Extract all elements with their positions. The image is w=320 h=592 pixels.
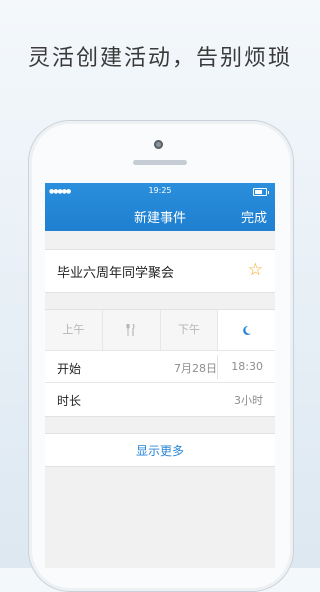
duration-row: 时长 3小时	[45, 382, 275, 415]
promo-headline: 灵活创建活动，告别烦琐	[27, 46, 292, 71]
segment-morning[interactable]: 上午	[45, 310, 103, 350]
star-outline-icon[interactable]: ☆	[248, 260, 263, 280]
start-row: 开始 7月28日 18:30	[45, 350, 275, 383]
row-divider	[217, 355, 218, 379]
time-settings-card: 上午 下午 开始 7月28日 18:30 时长 3小时	[45, 309, 275, 417]
phone-screen: ●●●●● 19:25 新建事件 完成 毕业六周年同学聚会 ☆ 上午 下午 开始…	[45, 183, 275, 568]
duration-label: 时长	[57, 394, 82, 408]
event-title-card: 毕业六周年同学聚会 ☆	[45, 249, 275, 293]
front-camera	[154, 140, 163, 149]
event-title-field[interactable]: 毕业六周年同学聚会	[57, 262, 174, 281]
done-button[interactable]: 完成	[241, 207, 267, 226]
earpiece-speaker	[133, 160, 187, 165]
status-time: 19:25	[148, 186, 172, 195]
moon-icon	[243, 325, 252, 335]
segment-meal[interactable]	[102, 310, 161, 350]
start-date[interactable]: 7月28日	[174, 360, 217, 376]
segment-night[interactable]	[218, 310, 275, 350]
time-of-day-selector: 上午 下午	[45, 310, 275, 350]
fork-knife-icon	[126, 323, 135, 336]
segment-afternoon[interactable]: 下午	[160, 310, 219, 350]
start-label: 开始	[57, 362, 82, 376]
status-bar: ●●●●● 19:25	[45, 186, 275, 198]
start-time[interactable]: 18:30	[231, 360, 263, 373]
battery-icon	[253, 188, 269, 196]
show-more-button[interactable]: 显示更多	[45, 442, 275, 459]
duration-value[interactable]: 3小时	[234, 392, 263, 408]
show-more-card: 显示更多	[45, 433, 275, 467]
navigation-bar: ●●●●● 19:25 新建事件 完成	[45, 183, 275, 231]
